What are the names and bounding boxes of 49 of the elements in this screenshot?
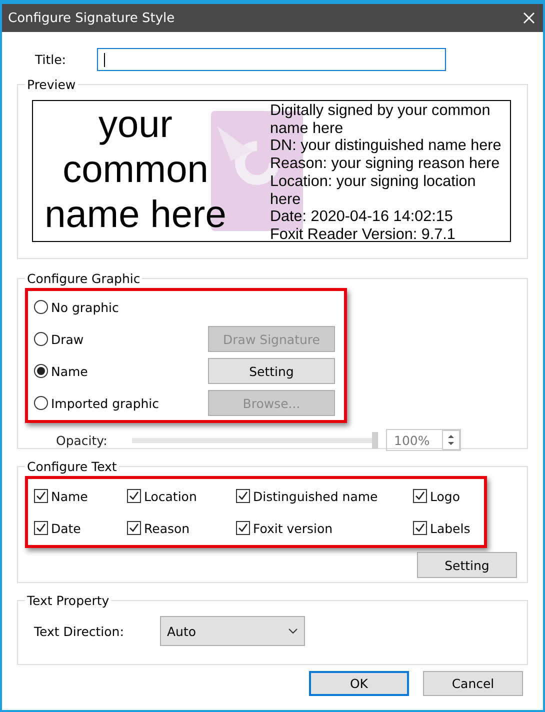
group-title: Configure Text	[26, 459, 118, 474]
checkbox[interactable]	[127, 489, 141, 503]
checkbox-option[interactable]: Labels	[413, 515, 483, 541]
radio-button[interactable]	[34, 396, 48, 410]
group-title: Configure Graphic	[26, 271, 142, 286]
action-button[interactable]: Setting	[208, 358, 335, 384]
radio-option[interactable]: Imported graphic	[34, 390, 208, 416]
checkbox-option[interactable]: Distinguished name	[236, 483, 413, 509]
dialog-button[interactable]: Cancel	[423, 671, 523, 696]
dialog-button[interactable]: OK	[309, 671, 409, 696]
checkbox-option[interactable]: Logo	[413, 483, 483, 509]
direction-dropdown[interactable]: Auto	[160, 616, 305, 646]
radio-option[interactable]: Draw	[34, 326, 208, 352]
checkbox[interactable]	[236, 521, 250, 535]
signature-detail: Location: your signing location here	[270, 172, 477, 208]
close-icon[interactable]	[523, 12, 535, 24]
window-title: Configure Signature Style	[8, 10, 175, 26]
checkbox-option[interactable]: Name	[34, 483, 127, 509]
signature-detail: DN: your distinguished name here	[270, 137, 502, 156]
checkbox[interactable]	[413, 489, 427, 503]
signature-name: your common name here	[44, 103, 228, 238]
checkbox[interactable]	[34, 521, 48, 535]
checkbox[interactable]	[34, 489, 48, 503]
signature-detail: Date: 2020-04-16 14:02:15	[270, 208, 454, 226]
group-title: Text Property	[26, 593, 110, 608]
spin-arrows-icon[interactable]	[442, 430, 460, 450]
field-label: Title:	[35, 52, 67, 67]
signature-detail: Digitally signed by your common name here	[270, 102, 492, 138]
checkbox-option[interactable]: Foxit version	[236, 515, 413, 541]
signature-detail: Reason: your signing reason here	[270, 155, 501, 173]
checkbox-option[interactable]: Date	[34, 515, 127, 541]
radio-button[interactable]	[34, 364, 48, 378]
chevron-down-icon	[288, 628, 298, 634]
opacity-label: Opacity:	[56, 432, 104, 448]
checkbox[interactable]	[127, 521, 141, 535]
group-title: Preview	[26, 77, 77, 92]
checkbox[interactable]	[413, 521, 427, 535]
radio-option[interactable]: Name	[34, 358, 208, 384]
opacity-slider[interactable]	[132, 432, 378, 448]
checkbox-option[interactable]: Reason	[127, 515, 236, 541]
radio-button[interactable]	[34, 332, 48, 346]
title-input[interactable]	[97, 48, 446, 71]
field-label: Text Direction:	[34, 624, 125, 638]
setting-button[interactable]: Setting	[417, 552, 517, 578]
signature-detail: Foxit Reader Version: 9.7.1	[270, 226, 456, 241]
checkbox[interactable]	[236, 489, 250, 503]
checkbox-option[interactable]: Location	[127, 483, 236, 509]
radio-button[interactable]	[34, 300, 48, 314]
radio-option[interactable]: No graphic	[34, 294, 208, 320]
